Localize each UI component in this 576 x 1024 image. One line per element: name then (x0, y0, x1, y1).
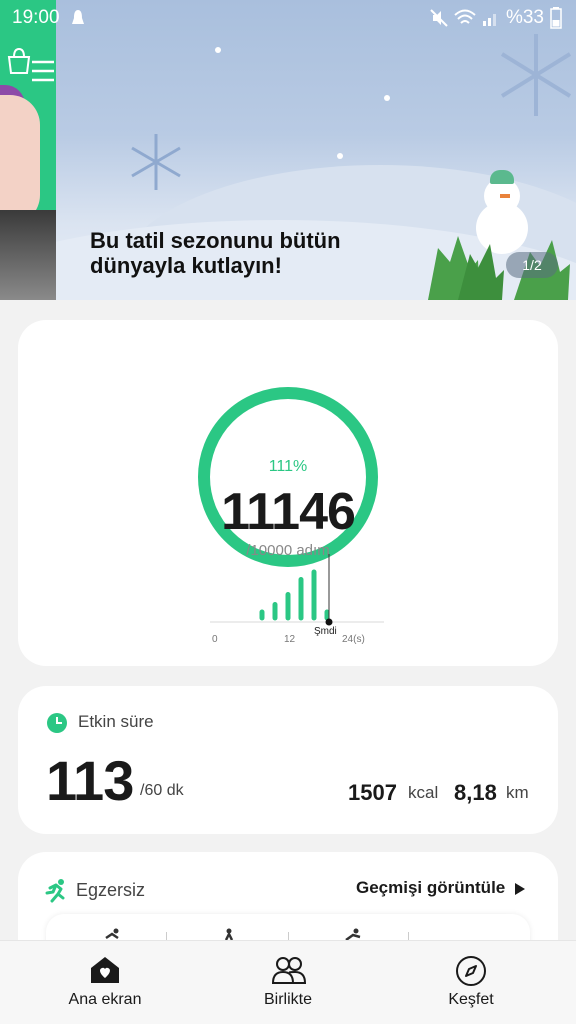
active-time-value: 113 (46, 749, 134, 812)
exercise-type-icon[interactable] (222, 928, 236, 940)
chevron-right-icon[interactable] (514, 882, 526, 896)
chart-now-label: Şmdi (314, 626, 337, 637)
steps-progress-ring: 111% 11146 /10000 adım (193, 382, 383, 572)
nav-together[interactable]: Birlikte (213, 941, 363, 1024)
exercise-title: Egzersiz (76, 880, 146, 900)
steps-goal-percent: 111% (268, 458, 308, 475)
nav-discover[interactable]: Keşfet (396, 941, 546, 1024)
nav-discover-label: Keşfet (448, 991, 494, 1008)
chart-tick-label: 24(s) (342, 634, 365, 645)
previous-slide-preview (0, 0, 56, 300)
battery-percent: %33 (505, 7, 544, 28)
home-heart-icon (91, 957, 119, 983)
notification-icon (71, 10, 84, 24)
clock-icon (47, 713, 67, 733)
steps-count: 11146 (221, 483, 356, 541)
calories-unit: kcal (408, 783, 439, 802)
signal-icon (482, 14, 496, 26)
nav-together-label: Birlikte (263, 991, 312, 1008)
promo-banner[interactable]: Bu tatil sezonunu bütün dünyayla kutlayı… (0, 0, 576, 300)
banner-headline: Bu tatil sezonunu bütün dünyayla kutlayı… (90, 228, 341, 278)
battery-icon (550, 7, 562, 29)
steps-daily-chart: 0 12 24(s) Şmdi (208, 552, 388, 652)
nav-home[interactable]: Ana ekran (30, 941, 180, 1024)
active-time-title: Etkin süre (78, 712, 154, 731)
chart-now-dot (325, 618, 333, 626)
steps-card[interactable]: 111% 11146 /10000 adım 0 12 24(s) Şmdi (18, 320, 558, 666)
active-time-card[interactable]: Etkin süre 113 /60 dk 1507 kcal 8,18 km (18, 686, 558, 834)
snowflake-icon (131, 134, 181, 190)
compass-icon (456, 956, 486, 986)
view-history-link[interactable]: Geçmişi görüntüle (356, 878, 505, 898)
exercise-type-icon[interactable] (104, 928, 122, 940)
status-bar: 19:00 %33 (0, 0, 576, 36)
status-time: 19:00 (12, 7, 60, 28)
snow-dot (384, 95, 390, 101)
distance-value: 8,18 (454, 780, 497, 805)
distance-unit: km (506, 783, 529, 802)
wifi-icon (454, 9, 476, 24)
nav-home-label: Ana ekran (68, 991, 142, 1008)
bottom-navigation: Ana ekran Birlikte Keşfet (0, 940, 576, 1024)
menu-icon (32, 60, 54, 82)
snow-dot (215, 47, 221, 53)
chart-tick-label: 12 (284, 634, 296, 645)
active-time-goal: /60 dk (140, 782, 184, 799)
snowflake-icon (500, 34, 572, 116)
banner-page-indicator: 1/2 (506, 252, 558, 278)
exercise-type-icon[interactable] (344, 928, 362, 940)
chart-tick-label: 0 (212, 634, 218, 645)
mute-icon (430, 9, 448, 27)
calories-value: 1507 (348, 780, 397, 805)
people-icon (272, 957, 306, 984)
snow-dot (337, 153, 343, 159)
running-icon (45, 879, 65, 903)
